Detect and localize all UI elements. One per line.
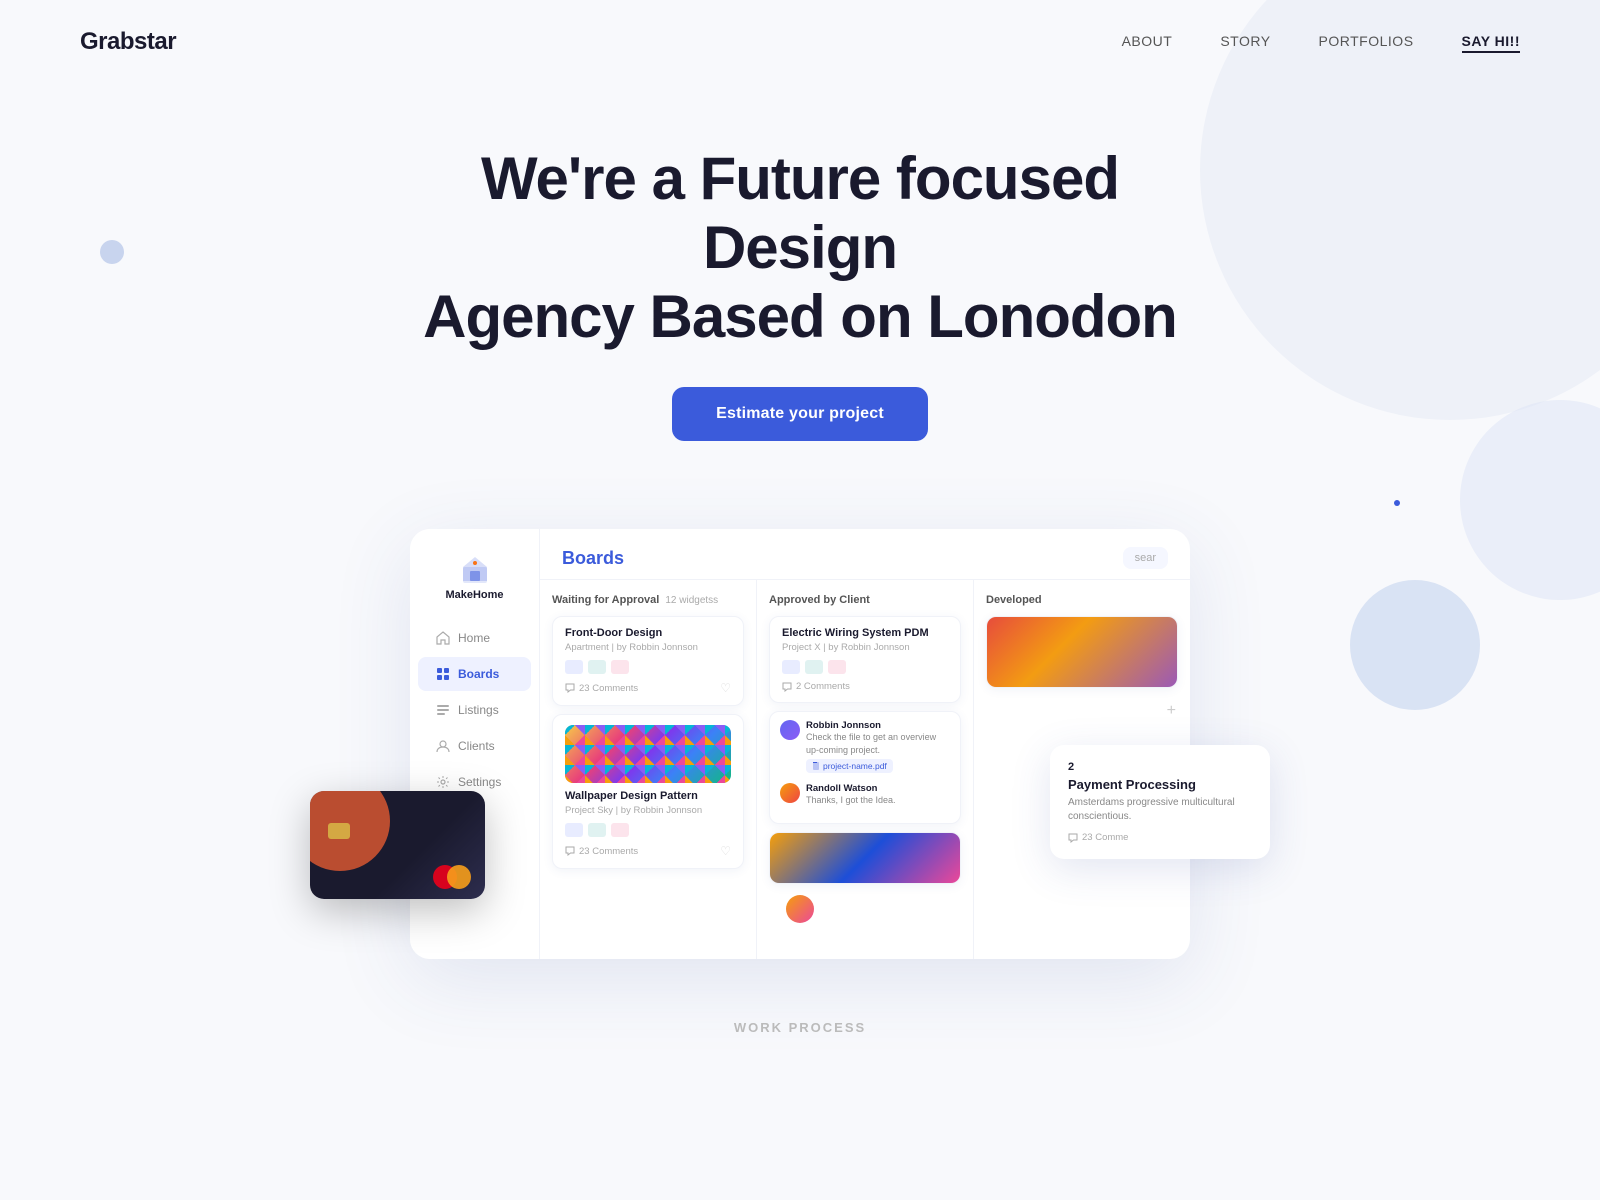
nav-item-about[interactable]: ABOUT (1122, 33, 1173, 51)
dev-card-image (987, 617, 1177, 687)
card-chip (328, 823, 350, 839)
card-tag (565, 823, 583, 837)
card-tag (828, 660, 846, 674)
work-process-section: WORK PROCESS (0, 959, 1600, 1057)
popup-comment-icon (1068, 833, 1078, 843)
card-tag (611, 660, 629, 674)
user-avatar-1 (780, 720, 800, 740)
chat-user-2: Randoll Watson Thanks, I got the Idea. (780, 783, 950, 807)
user-avatar-2 (780, 783, 800, 803)
card-tag (805, 660, 823, 674)
file-icon (812, 762, 820, 770)
navbar: Grabstar ABOUT STORY PORTFOLIOS SAY HI!! (0, 0, 1600, 84)
kanban-card: Electric Wiring System PDM Project X | b… (769, 616, 961, 703)
comment-icon (782, 682, 792, 692)
popup-footer: 23 Comme (1068, 832, 1252, 843)
nav-item-story[interactable]: STORY (1220, 33, 1270, 51)
kanban-col-waiting: Waiting for Approval 12 widgetss Front-D… (540, 580, 757, 959)
card-tag (782, 660, 800, 674)
work-process-label: WORK PROCESS (734, 1020, 866, 1035)
sidebar-nav: Home Boards (410, 621, 539, 799)
kanban-card: Front-Door Design Apartment | by Robbin … (552, 616, 744, 706)
sidebar-item-listings[interactable]: Listings (418, 693, 531, 727)
card-comments: 23 Comments (565, 846, 638, 857)
sidebar-user-avatar (786, 895, 814, 923)
sidebar-logo: MakeHome (410, 553, 539, 601)
card-preview-image (770, 833, 960, 883)
makehome-logo-icon (459, 553, 491, 585)
hero-section: We're a Future focused Design Agency Bas… (0, 84, 1600, 481)
pattern-image (565, 725, 731, 783)
credit-card-float (310, 791, 485, 899)
estimate-button[interactable]: Estimate your project (672, 387, 928, 441)
listings-icon (436, 703, 450, 717)
col-header-developed: Developed (986, 594, 1178, 606)
sidebar-logo-text: MakeHome (445, 589, 503, 601)
chat-file: project-name.pdf (806, 759, 893, 773)
card-tag (588, 823, 606, 837)
card-footer: 2 Comments (782, 681, 948, 692)
site-logo[interactable]: Grabstar (80, 28, 176, 56)
main-content: Boards sear Waiting for Approval 12 widg… (540, 529, 1190, 959)
boards-icon (436, 667, 450, 681)
card-tags (565, 823, 731, 837)
app-mockup-wrapper: MakeHome Home Boards (410, 529, 1190, 959)
nav-item-sayhi[interactable]: SAY HI!! (1462, 33, 1520, 51)
bg-decoration-dot (1394, 500, 1400, 506)
card-comments: 2 Comments (782, 681, 850, 692)
col-header-approved: Approved by Client (769, 594, 961, 606)
card-tag (611, 823, 629, 837)
chat-user-1: Robbin Jonnson Check the file to get an … (780, 720, 950, 775)
col-header-waiting: Waiting for Approval 12 widgetss (552, 594, 744, 606)
settings-icon (436, 775, 450, 789)
kanban-card-dev (986, 616, 1178, 688)
nav-links: ABOUT STORY PORTFOLIOS SAY HI!! (1122, 33, 1520, 51)
comment-icon (565, 846, 575, 856)
hero-title: We're a Future focused Design Agency Bas… (400, 144, 1200, 351)
payment-popup: 2 Payment Processing Amsterdams progress… (1050, 745, 1270, 859)
card-image (565, 725, 731, 783)
sidebar-item-boards[interactable]: Boards (418, 657, 531, 691)
chat-thread: Robbin Jonnson Check the file to get an … (769, 711, 961, 824)
kanban-card-image-preview (769, 832, 961, 884)
boards-title: Boards (562, 548, 624, 569)
search-button[interactable]: sear (1123, 547, 1168, 569)
bg-decoration-circle-bottom (1350, 580, 1480, 710)
app-window: MakeHome Home Boards (410, 529, 1190, 959)
clients-icon (436, 739, 450, 753)
card-tag (565, 660, 583, 674)
card-tags (565, 660, 731, 674)
card-footer: 23 Comments ♡ (565, 681, 731, 695)
home-icon (436, 631, 450, 645)
sidebar-item-clients[interactable]: Clients (418, 729, 531, 763)
like-icon[interactable]: ♡ (720, 681, 731, 695)
like-icon[interactable]: ♡ (720, 844, 731, 858)
card-tag (588, 660, 606, 674)
main-header: Boards sear (540, 529, 1190, 580)
chat-message-1: Robbin Jonnson Check the file to get an … (806, 720, 950, 775)
nav-item-portfolios[interactable]: PORTFOLIOS (1319, 33, 1414, 51)
add-card-button[interactable]: + (986, 696, 1178, 726)
kanban-card: Wallpaper Design Pattern Project Sky | b… (552, 714, 744, 869)
comment-icon (565, 683, 575, 693)
card-comments: 23 Comments (565, 683, 638, 694)
mc-yellow-circle (447, 865, 471, 889)
chat-message-2: Randoll Watson Thanks, I got the Idea. (806, 783, 896, 807)
card-tags (782, 660, 948, 674)
sidebar-item-home[interactable]: Home (418, 621, 531, 655)
card-footer: 23 Comments ♡ (565, 844, 731, 858)
mastercard-logo (433, 865, 471, 889)
